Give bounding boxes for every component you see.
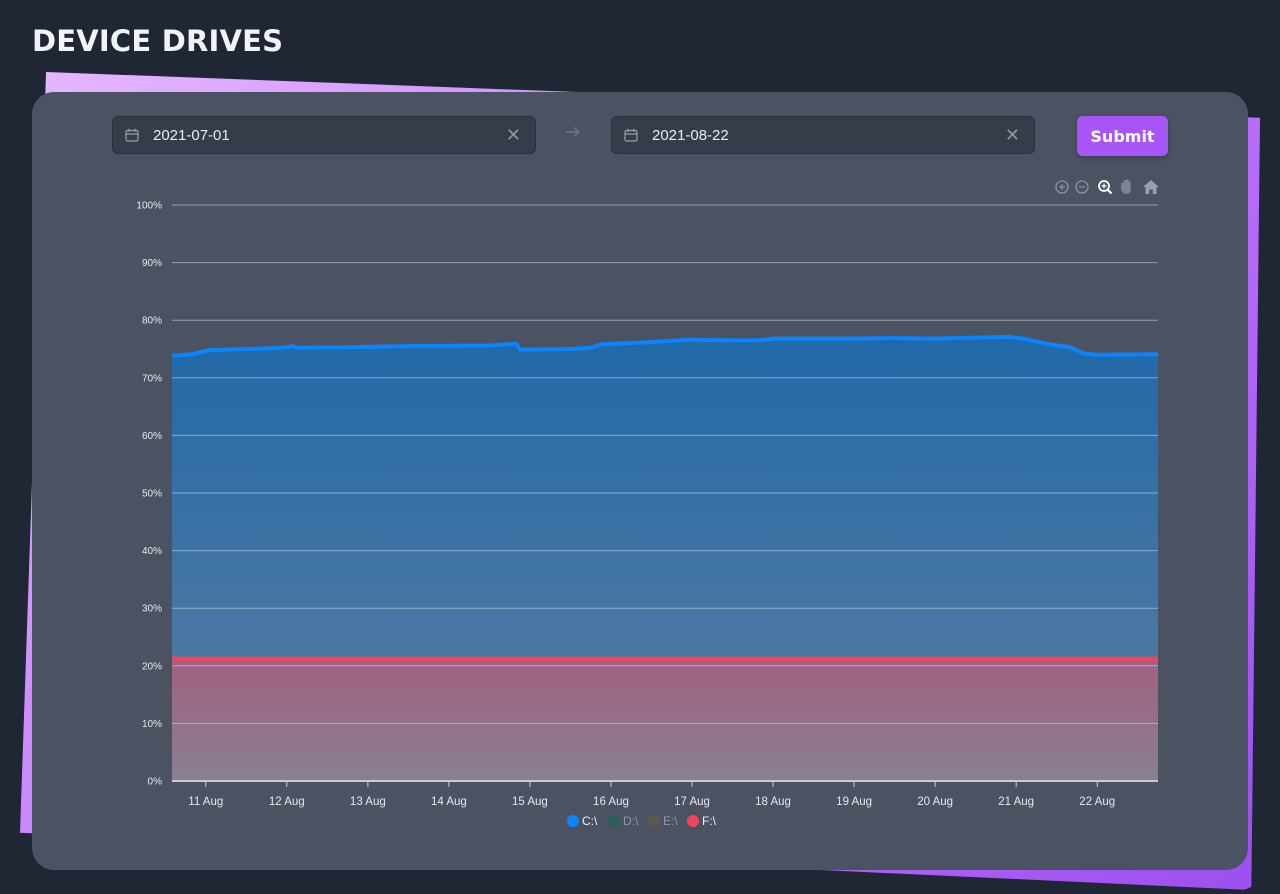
x-tick-label: 18 Aug xyxy=(755,796,791,808)
y-tick-label: 60% xyxy=(142,431,162,442)
legend-marker xyxy=(608,815,620,827)
legend: C:\ D:\ E:\ F:\ xyxy=(567,814,717,828)
legend-label: C:\ xyxy=(582,814,598,828)
zoom-in-icon[interactable] xyxy=(1055,180,1069,194)
y-tick-label: 30% xyxy=(142,604,162,615)
x-tick-label: 21 Aug xyxy=(998,796,1034,808)
page-title: DEVICE DRIVES xyxy=(32,24,284,58)
x-tick-label: 22 Aug xyxy=(1079,796,1115,808)
y-tick-label: 100% xyxy=(136,201,162,212)
legend-item-c_drive[interactable]: C:\ xyxy=(567,814,598,828)
y-tick-label: 80% xyxy=(142,316,162,327)
legend-item-d_drive[interactable]: D:\ xyxy=(608,814,639,828)
y-tick-label: 20% xyxy=(142,661,162,672)
legend-item-f_drive[interactable]: F:\ xyxy=(687,814,717,828)
y-tick-label: 0% xyxy=(148,777,163,788)
legend-label: F:\ xyxy=(702,814,717,828)
y-tick-label: 90% xyxy=(142,258,162,269)
drive-usage-chart: 0% 10% 20% 30% 40% 50% 60% 70% 80% 90% 100% 11 Aug 1… xyxy=(136,179,1159,828)
legend-label: E:\ xyxy=(663,814,678,828)
x-tick-label: 17 Aug xyxy=(674,796,710,808)
chart-toolbar xyxy=(1055,179,1159,195)
legend-marker xyxy=(648,815,660,827)
legend-marker xyxy=(687,815,699,827)
x-tick-label: 11 Aug xyxy=(188,796,223,808)
x-tick-label: 20 Aug xyxy=(917,796,953,808)
x-tick-label: 13 Aug xyxy=(350,796,386,808)
x-tick-label: 19 Aug xyxy=(836,796,872,808)
x-tick-label: 16 Aug xyxy=(593,796,629,808)
x-tick-label: 15 Aug xyxy=(512,796,548,808)
home-icon[interactable] xyxy=(1143,180,1159,194)
chart-card: 2021-07-01 ✕ 2021-08-22 ✕ Submit 0% 10% … xyxy=(32,92,1248,870)
y-tick-label: 70% xyxy=(142,373,162,384)
y-tick-label: 50% xyxy=(142,489,162,500)
series-area-f_drive xyxy=(172,658,1158,781)
area-layer xyxy=(172,336,1158,781)
y-tick-label: 40% xyxy=(142,546,162,557)
x-tick-label: 14 Aug xyxy=(431,796,467,808)
legend-marker xyxy=(567,815,579,827)
legend-item-e_drive[interactable]: E:\ xyxy=(648,814,678,828)
legend-label: D:\ xyxy=(623,814,639,828)
y-tick-label: 10% xyxy=(142,719,162,730)
selection-zoom-icon[interactable] xyxy=(1098,180,1113,195)
zoom-out-icon[interactable] xyxy=(1075,180,1089,194)
pan-icon[interactable] xyxy=(1121,179,1131,194)
x-tick-label: 12 Aug xyxy=(269,796,305,808)
